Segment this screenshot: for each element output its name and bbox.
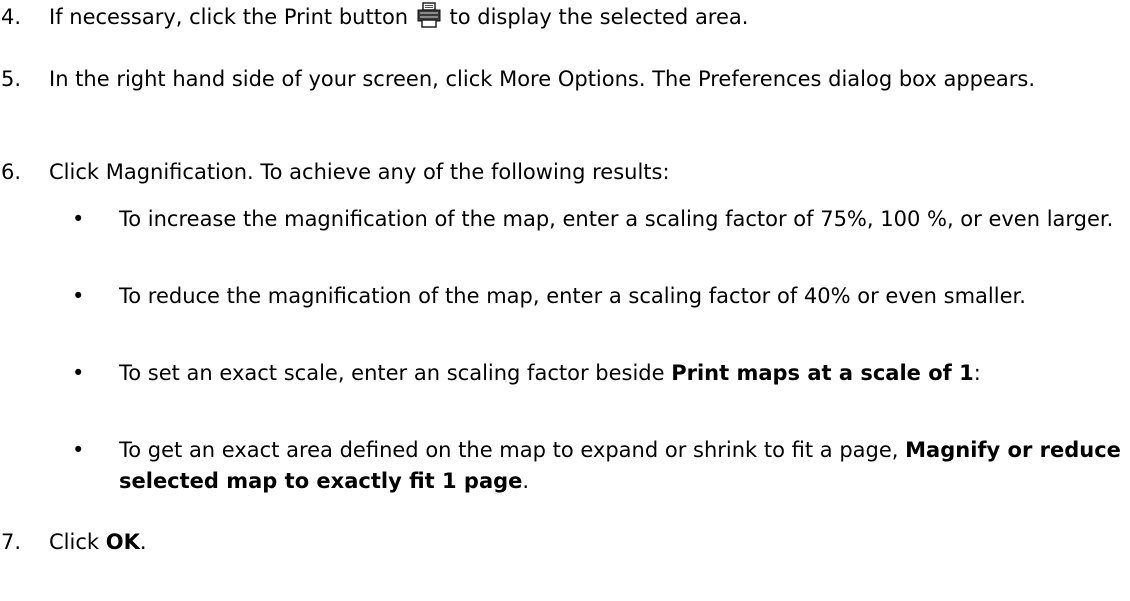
step-text-after-icon: to display the selected area. [449,5,749,29]
bullet-dot: • [72,207,85,231]
document-page: { "steps": [ { "number": "4.", "text_bef… [0,0,1130,601]
bullet-text-bold: Print maps at a scale of 1 [671,361,974,385]
step-text: If necessary, click the Print button to … [49,2,1124,37]
printer-icon [417,2,441,37]
bullet-text: To increase the magnification of the map… [119,207,1114,231]
step-text-bold: OK [105,530,140,554]
bullet-dot: • [72,438,85,462]
bullet-text: To set an exact scale, enter an scaling … [119,358,1124,389]
bullet-text-suffix: : [973,361,981,385]
step-text-before-icon: If necessary, click the Print button [49,5,409,29]
bullet-dot: • [72,361,85,385]
step-text: In the right hand side of your screen, c… [49,67,1036,91]
bullet-text-plain: To set an exact scale, enter an scaling … [119,361,672,385]
step-number: 6. [1,160,22,184]
step-text: Click Magnification. To achieve any of t… [49,160,670,184]
step-text-suffix: . [139,530,147,554]
step-number: 4. [1,5,22,29]
step-number: 7. [1,530,22,554]
step-text-plain: Click [49,530,106,554]
step-text: Click OK. [49,527,1124,558]
bullet-text-suffix: . [522,469,530,493]
bullet-text: To reduce the magnification of the map, … [119,284,1026,308]
bullet-text-plain: To get an exact area defined on the map … [119,438,906,462]
step-number: 5. [1,67,22,91]
bullet-dot: • [72,284,85,308]
bullet-text: To get an exact area defined on the map … [119,435,1124,497]
